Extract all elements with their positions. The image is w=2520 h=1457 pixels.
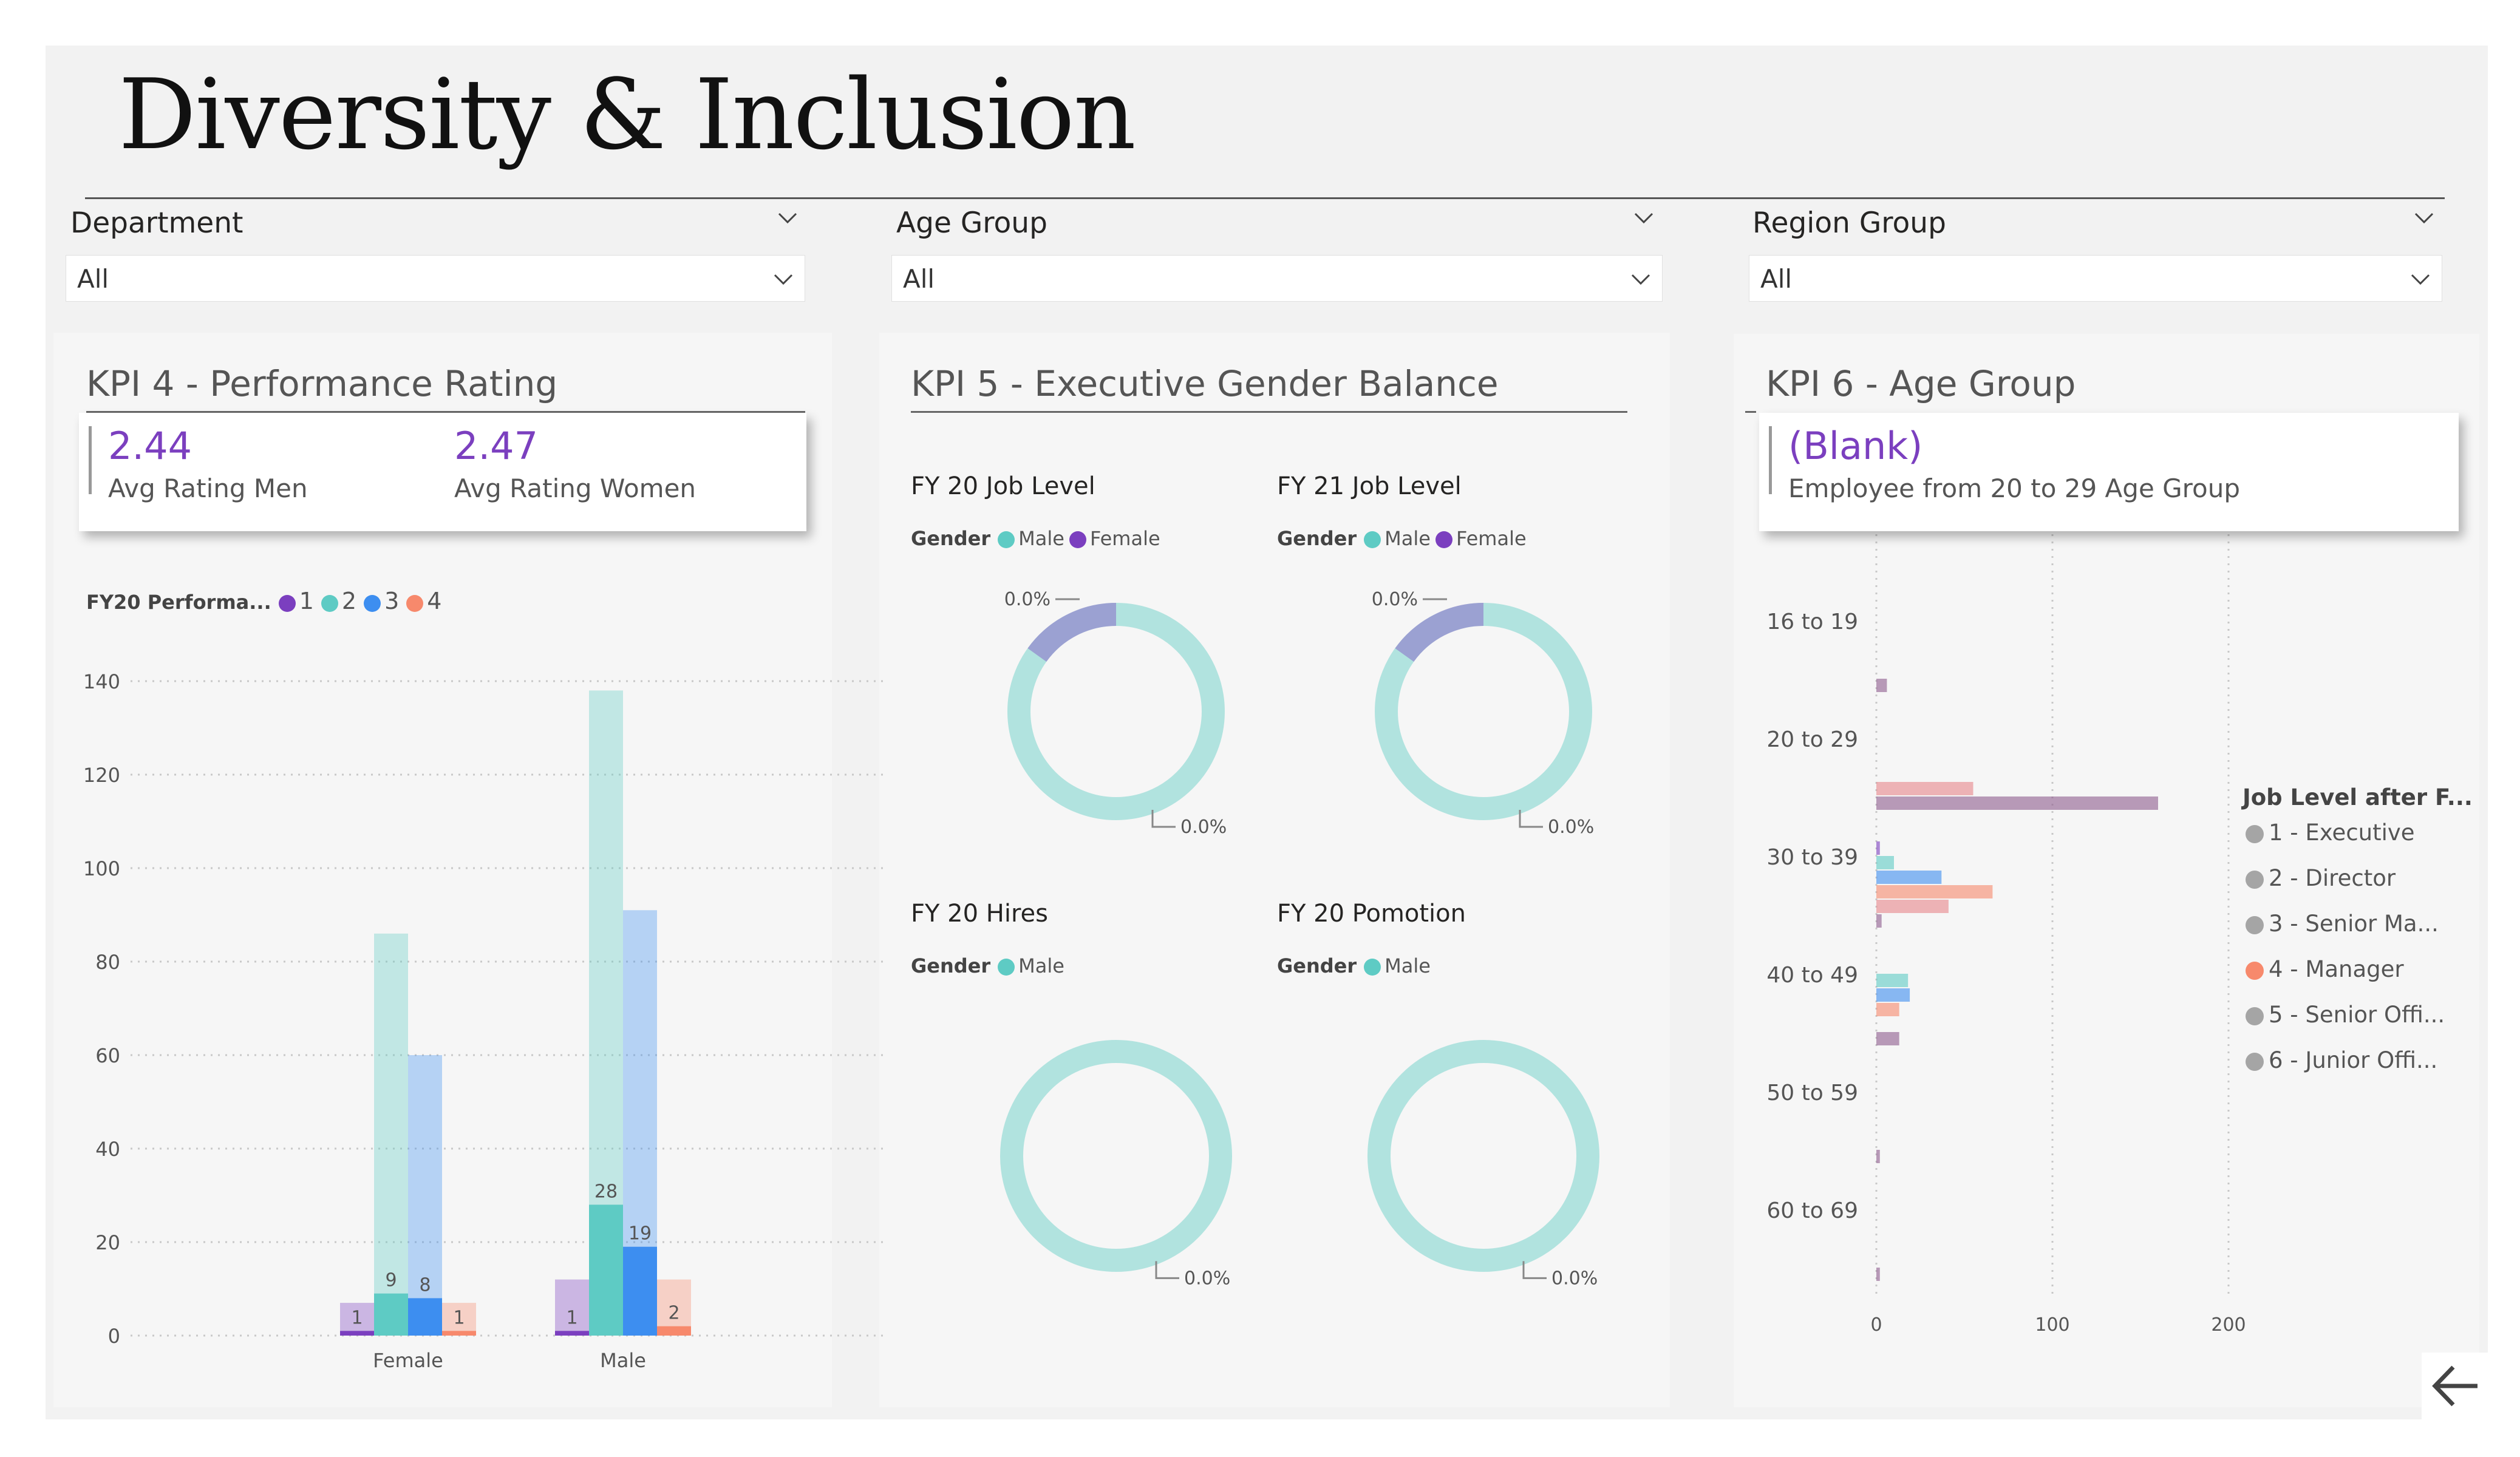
gender-balance-donuts: 0.0% 0.0% 0.0% 0.0% 0.0% 0.0% bbox=[1000, 589, 1599, 1289]
donut-female-slice bbox=[1395, 603, 1484, 662]
job-level-legend-item[interactable]: 2 - Director bbox=[2246, 865, 2396, 891]
bar-highlight bbox=[374, 1293, 408, 1336]
job-level-legend-item[interactable]: 4 - Manager bbox=[2246, 956, 2404, 982]
x-tick-label: 100 bbox=[2035, 1314, 2069, 1336]
job-level-legend-label: 1 - Executive bbox=[2269, 820, 2415, 846]
data-label: 1 bbox=[351, 1307, 363, 1328]
job-level-legend-label: 4 - Manager bbox=[2269, 956, 2404, 982]
job-level-legend-label: 3 - Senior Ma... bbox=[2269, 911, 2439, 937]
legend-circle-icon bbox=[2246, 1053, 2264, 1071]
donut-male-slice bbox=[1000, 1040, 1232, 1272]
donut-male-slice bbox=[1367, 1040, 1599, 1272]
bar bbox=[1876, 841, 1880, 855]
bar-highlight bbox=[555, 1331, 589, 1336]
kpi6-blank-card: (Blank) Employee from 20 to 29 Age Group bbox=[1759, 413, 2459, 531]
x-tick-label: 200 bbox=[2211, 1314, 2246, 1336]
employee-20-29-label: Employee from 20 to 29 Age Group bbox=[1788, 474, 2241, 503]
y-tick-label: 140 bbox=[83, 670, 120, 693]
bar-highlight bbox=[623, 1246, 657, 1336]
bar-highlight bbox=[657, 1326, 691, 1336]
bar bbox=[1876, 782, 1973, 795]
back-button[interactable] bbox=[2422, 1353, 2488, 1419]
data-label: 19 bbox=[628, 1223, 652, 1245]
job-level-legend-label: 6 - Junior Offi... bbox=[2269, 1047, 2438, 1073]
job-level-legend-label: 2 - Director bbox=[2269, 865, 2396, 891]
job-level-legend-label: 5 - Senior Offi... bbox=[2269, 1002, 2445, 1028]
y-tick-label: 20 to 29 bbox=[1766, 727, 1858, 752]
data-label: 8 bbox=[419, 1274, 431, 1296]
age-group-chart: 0 100 200 16 to 19 20 to 29 30 to 39 40 to 49 5… bbox=[1766, 534, 2246, 1336]
bar bbox=[1876, 974, 1909, 987]
charts-layer: 02040608010012014019 81Female128192Male 0… bbox=[83, 534, 2246, 1372]
job-level-legend-item[interactable]: 3 - Senior Ma... bbox=[2246, 911, 2439, 937]
x-tick-label: 0 bbox=[1870, 1314, 1882, 1336]
bar-highlight bbox=[340, 1331, 374, 1336]
y-tick-label: 80 bbox=[95, 951, 120, 974]
arrow-left-icon bbox=[2432, 1365, 2477, 1407]
leader-line bbox=[1522, 1261, 1547, 1279]
bar bbox=[1876, 856, 1894, 869]
bar bbox=[1876, 796, 2158, 810]
y-tick-label: 60 to 69 bbox=[1766, 1198, 1858, 1223]
donut-bottom-label: 0.0% bbox=[1551, 1268, 1598, 1289]
legend-circle-icon bbox=[2246, 916, 2264, 934]
job-level-legend-item[interactable]: 1 - Executive bbox=[2246, 820, 2415, 846]
x-tick-label: Male bbox=[600, 1349, 646, 1372]
donut-bottom-label: 0.0% bbox=[1548, 817, 1594, 838]
bar-highlight bbox=[408, 1298, 442, 1336]
y-tick-label: 120 bbox=[83, 764, 120, 787]
y-tick-label: 100 bbox=[83, 857, 120, 880]
data-label: 2 bbox=[668, 1303, 679, 1324]
data-label: 28 bbox=[594, 1181, 618, 1202]
card-accent-bar bbox=[1769, 426, 1772, 494]
bar bbox=[1876, 914, 1882, 928]
bar bbox=[1876, 1003, 1899, 1016]
bar bbox=[1876, 885, 1993, 898]
donut-bottom-label: 0.0% bbox=[1180, 817, 1227, 838]
leader-line bbox=[1155, 1261, 1179, 1279]
performance-rating-chart: 02040608010012014019 81Female128192Male bbox=[83, 670, 887, 1372]
donut-top-label: 0.0% bbox=[1004, 589, 1051, 610]
x-tick-label: Female bbox=[373, 1349, 443, 1372]
y-tick-label: 50 to 59 bbox=[1766, 1081, 1858, 1105]
bar bbox=[1876, 900, 1949, 913]
data-label: 1 bbox=[453, 1307, 465, 1328]
legend-circle-icon bbox=[2246, 1007, 2264, 1025]
y-tick-label: 60 bbox=[95, 1044, 120, 1067]
bar-highlight bbox=[589, 1204, 623, 1336]
bar bbox=[1876, 988, 1910, 1002]
bar bbox=[1876, 1032, 1899, 1045]
legend-circle-icon bbox=[2246, 962, 2264, 980]
y-tick-label: 40 bbox=[95, 1138, 120, 1161]
data-label: 9 bbox=[385, 1270, 397, 1291]
bar bbox=[1876, 1268, 1880, 1281]
legend-circle-icon bbox=[2246, 871, 2264, 889]
y-tick-label: 40 to 49 bbox=[1766, 963, 1858, 988]
legend-circle-icon bbox=[2246, 825, 2264, 843]
donut-top-label: 0.0% bbox=[1372, 589, 1418, 610]
job-level-legend-item[interactable]: 6 - Junior Offi... bbox=[2246, 1047, 2437, 1073]
employee-20-29-value: (Blank) bbox=[1788, 424, 1923, 468]
job-level-legend-title: Job Level after F... bbox=[2242, 784, 2473, 810]
y-tick-label: 16 to 19 bbox=[1766, 610, 1858, 634]
donut-bottom-label: 0.0% bbox=[1184, 1268, 1230, 1289]
bar bbox=[1876, 679, 1887, 692]
bar bbox=[1876, 871, 1942, 884]
bar bbox=[1876, 1150, 1880, 1163]
y-tick-label: 30 to 39 bbox=[1766, 845, 1858, 870]
y-tick-label: 0 bbox=[108, 1325, 120, 1348]
y-tick-label: 20 bbox=[95, 1231, 120, 1254]
donut-female-slice bbox=[1027, 603, 1117, 662]
data-label: 1 bbox=[566, 1307, 577, 1328]
job-level-legend-item[interactable]: 5 - Senior Offi... bbox=[2246, 1002, 2445, 1028]
bar-highlight bbox=[442, 1331, 476, 1336]
